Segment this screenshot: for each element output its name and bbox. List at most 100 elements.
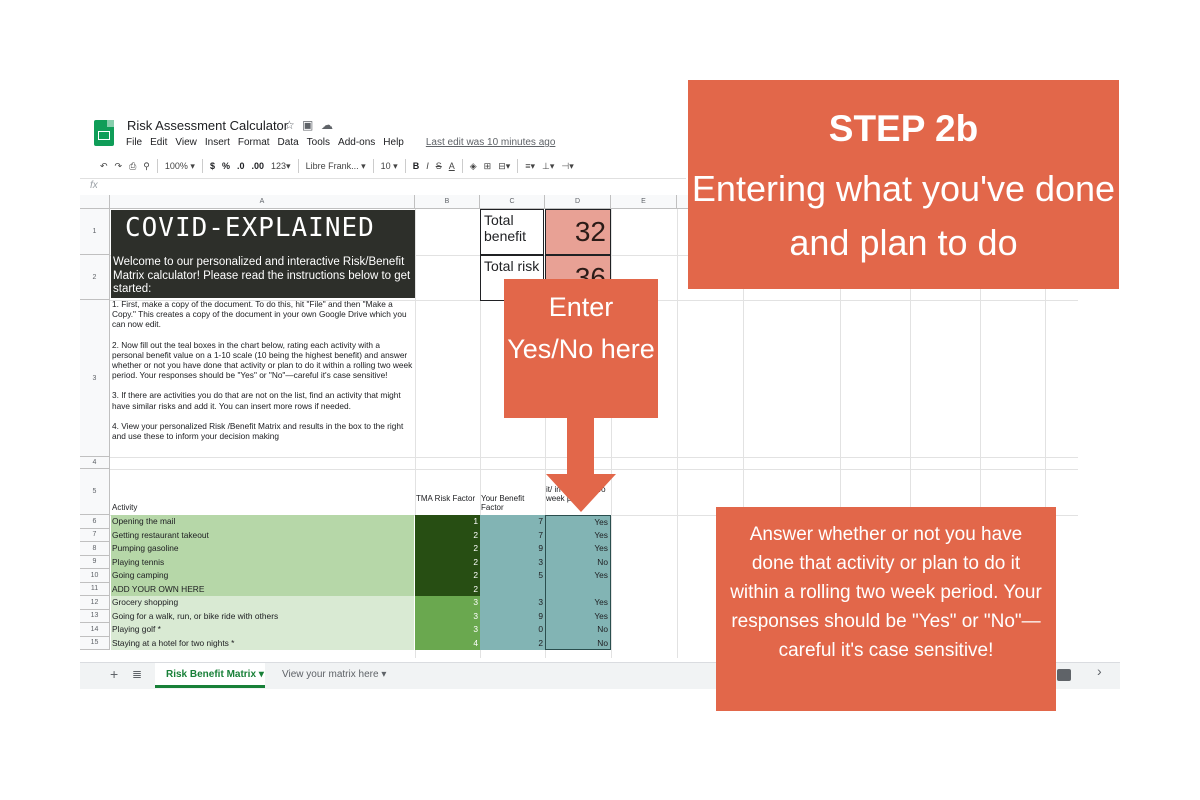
row-header-14[interactable]: 14 bbox=[80, 623, 110, 637]
row-header-9[interactable]: 9 bbox=[80, 555, 110, 569]
text-wrap-icon[interactable]: ⊣▾ bbox=[561, 161, 573, 172]
done-cell[interactable]: Yes bbox=[545, 515, 611, 529]
row-header-11[interactable]: 11 bbox=[80, 582, 110, 596]
row-header-3[interactable]: 3 bbox=[80, 300, 110, 457]
benefit-cell[interactable]: 9 bbox=[480, 542, 545, 556]
tma-cell[interactable]: 3 bbox=[415, 609, 480, 623]
merge-cells-icon[interactable]: ⊟▾ bbox=[498, 161, 510, 172]
done-cell[interactable]: No bbox=[545, 636, 611, 650]
activity-cell[interactable]: Opening the mail bbox=[111, 515, 414, 529]
column-header-d[interactable]: D bbox=[545, 195, 611, 209]
tma-cell[interactable]: 3 bbox=[415, 623, 480, 637]
column-header-c[interactable]: C bbox=[480, 195, 545, 209]
benefit-cell[interactable] bbox=[480, 582, 545, 596]
column-header-b[interactable]: B bbox=[415, 195, 480, 209]
instructions-cell[interactable]: 1. First, make a copy of the document. T… bbox=[112, 299, 414, 451]
done-cell[interactable]: Yes bbox=[545, 609, 611, 623]
activity-cell[interactable]: Going for a walk, run, or bike ride with… bbox=[111, 609, 414, 623]
strikethrough-button[interactable]: S bbox=[436, 161, 442, 171]
zoom-select[interactable]: 100% ▾ bbox=[165, 161, 195, 172]
redo-icon[interactable]: ↷ bbox=[115, 161, 123, 172]
row-header-8[interactable]: 8 bbox=[80, 542, 110, 556]
activity-cell[interactable]: Pumping gasoline bbox=[111, 542, 414, 556]
explore-icon[interactable] bbox=[1057, 669, 1071, 681]
done-cell[interactable]: No bbox=[545, 623, 611, 637]
activity-cell[interactable]: Getting restaurant takeout bbox=[111, 528, 414, 542]
total-benefit-value[interactable]: 32 bbox=[545, 209, 611, 255]
more-formats-select[interactable]: 123▾ bbox=[271, 161, 291, 172]
bold-button[interactable]: B bbox=[413, 161, 420, 171]
menu-tools[interactable]: Tools bbox=[307, 137, 330, 148]
tma-cell[interactable]: 2 bbox=[415, 555, 480, 569]
benefit-cell[interactable]: 9 bbox=[480, 609, 545, 623]
decrease-decimal-button[interactable]: .0 bbox=[237, 161, 245, 171]
benefit-cell[interactable]: 7 bbox=[480, 528, 545, 542]
done-cell[interactable] bbox=[545, 582, 611, 596]
benefit-cell[interactable]: 5 bbox=[480, 569, 545, 583]
document-title[interactable]: Risk Assessment Calculator bbox=[127, 118, 288, 133]
cloud-status-icon[interactable]: ☁ bbox=[321, 118, 333, 132]
row-header-6[interactable]: 6 bbox=[80, 515, 110, 529]
menu-addons[interactable]: Add-ons bbox=[338, 137, 375, 148]
total-benefit-label[interactable]: Total benefit bbox=[480, 209, 544, 255]
activity-cell[interactable]: Playing golf * bbox=[111, 623, 414, 637]
tma-cell[interactable]: 2 bbox=[415, 582, 480, 596]
tma-cell[interactable]: 2 bbox=[415, 542, 480, 556]
tma-cell[interactable]: 3 bbox=[415, 596, 480, 610]
tma-cell[interactable]: 1 bbox=[415, 515, 480, 529]
menu-help[interactable]: Help bbox=[383, 137, 404, 148]
benefit-cell[interactable]: 2 bbox=[480, 636, 545, 650]
column-header-a[interactable]: A bbox=[110, 195, 415, 209]
tma-cell[interactable]: 4 bbox=[415, 636, 480, 650]
done-cell[interactable]: Yes bbox=[545, 542, 611, 556]
done-cell[interactable]: Yes bbox=[545, 528, 611, 542]
text-color-button[interactable]: A bbox=[449, 161, 455, 171]
tma-cell[interactable]: 2 bbox=[415, 569, 480, 583]
menu-insert[interactable]: Insert bbox=[205, 137, 230, 148]
vertical-align-icon[interactable]: ⊥▾ bbox=[542, 161, 554, 172]
benefit-cell[interactable]: 3 bbox=[480, 596, 545, 610]
font-size-select[interactable]: 10 ▾ bbox=[381, 161, 398, 172]
print-icon[interactable]: ⎙ bbox=[129, 161, 136, 172]
row-header-4[interactable]: 4 bbox=[80, 457, 110, 469]
row-header-2[interactable]: 2 bbox=[80, 255, 110, 300]
formula-bar[interactable]: fx bbox=[80, 178, 686, 196]
star-icon[interactable]: ☆ bbox=[284, 118, 295, 132]
select-all-corner[interactable] bbox=[80, 195, 110, 209]
benefit-cell[interactable]: 0 bbox=[480, 623, 545, 637]
row-header-15[interactable]: 15 bbox=[80, 636, 110, 650]
last-edit-link[interactable]: Last edit was 10 minutes ago bbox=[426, 137, 556, 148]
row-header-7[interactable]: 7 bbox=[80, 528, 110, 542]
activity-cell[interactable]: Grocery shopping bbox=[111, 596, 414, 610]
row-header-10[interactable]: 10 bbox=[80, 569, 110, 583]
sheets-logo-icon[interactable] bbox=[94, 120, 114, 146]
header-benefit-factor[interactable]: Your Benefit Factor bbox=[481, 494, 541, 512]
add-sheet-icon[interactable]: + bbox=[110, 666, 118, 682]
all-sheets-icon[interactable]: ≣ bbox=[132, 667, 142, 681]
done-cell[interactable]: Yes bbox=[545, 596, 611, 610]
activity-cell[interactable]: Staying at a hotel for two nights * bbox=[111, 636, 414, 650]
header-tma-risk[interactable]: TMA Risk Factor bbox=[416, 494, 476, 503]
menu-format[interactable]: Format bbox=[238, 137, 270, 148]
benefit-cell[interactable]: 7 bbox=[480, 515, 545, 529]
column-header-e[interactable]: E bbox=[611, 195, 677, 209]
tab-risk-benefit-matrix[interactable]: Risk Benefit Matrix ▾ bbox=[155, 663, 265, 688]
row-header-1[interactable]: 1 bbox=[80, 209, 110, 255]
header-activity[interactable]: Activity bbox=[112, 503, 137, 512]
covid-banner[interactable]: COVID-EXPLAINED Welcome to our personali… bbox=[111, 210, 415, 298]
tab-view-your-matrix[interactable]: View your matrix here ▾ bbox=[272, 663, 386, 688]
borders-icon[interactable]: ⊞ bbox=[484, 161, 492, 172]
percent-button[interactable]: % bbox=[222, 161, 230, 171]
tma-cell[interactable]: 2 bbox=[415, 528, 480, 542]
benefit-cell[interactable]: 3 bbox=[480, 555, 545, 569]
done-cell[interactable]: Yes bbox=[545, 569, 611, 583]
increase-decimal-button[interactable]: .00 bbox=[252, 161, 265, 171]
move-folder-icon[interactable]: ▣ bbox=[302, 118, 313, 132]
currency-button[interactable]: $ bbox=[210, 161, 215, 171]
menu-file[interactable]: File bbox=[126, 137, 142, 148]
activity-cell[interactable]: ADD YOUR OWN HERE bbox=[111, 582, 414, 596]
row-header-13[interactable]: 13 bbox=[80, 609, 110, 623]
chevron-right-icon[interactable]: › bbox=[1097, 663, 1102, 679]
paint-format-icon[interactable]: ⚲ bbox=[143, 161, 150, 172]
row-header-5[interactable]: 5 bbox=[80, 469, 110, 515]
